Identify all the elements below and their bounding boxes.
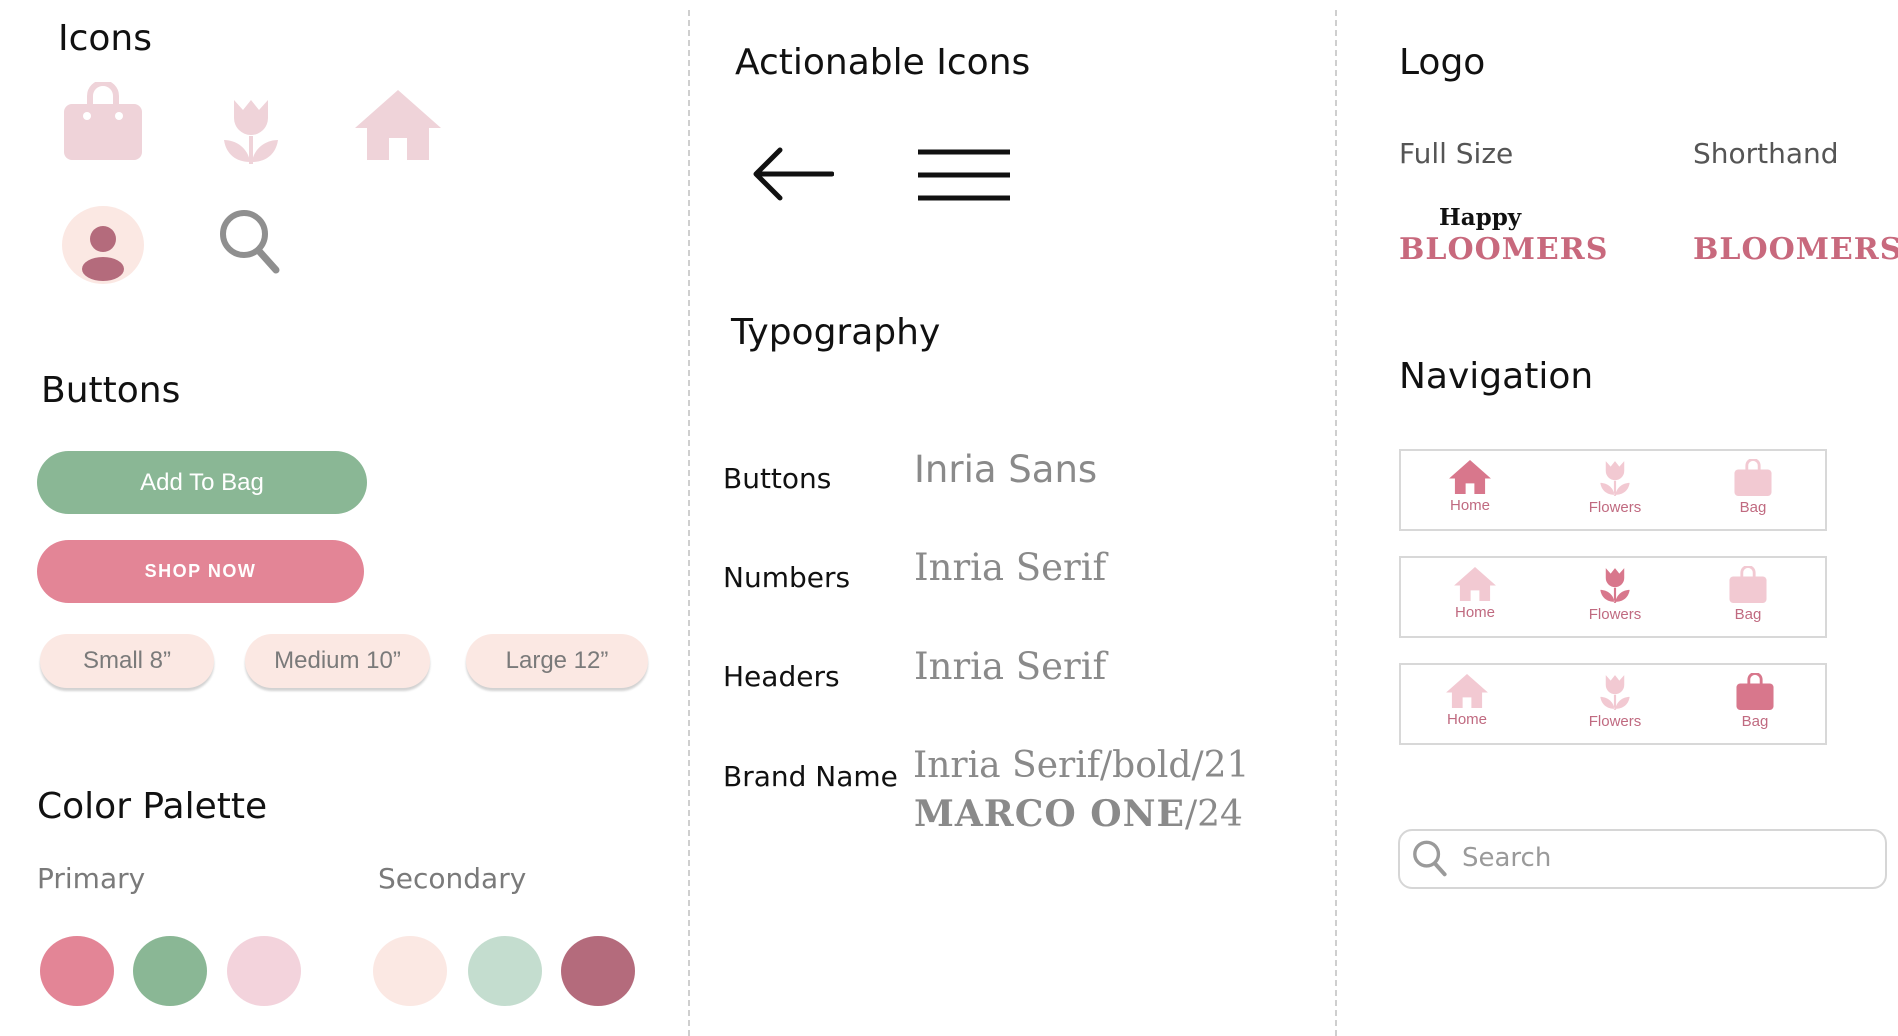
nav-item-label: Home [1446, 711, 1487, 728]
bag-icon [64, 82, 142, 160]
size-medium-button[interactable]: Medium 10” [245, 634, 430, 688]
nav-item-label: Bag [1741, 713, 1769, 730]
nav-item-label: Home [1454, 604, 1495, 621]
actionable-icons-heading: Actionable Icons [735, 42, 1031, 83]
nav-item-label: Flowers [1588, 499, 1642, 516]
home-icon [1454, 566, 1496, 602]
secondary-label: Secondary [378, 862, 527, 895]
search-field[interactable]: Search [1398, 829, 1887, 889]
type-value-buttons: Inria Sans [914, 448, 1098, 491]
navigation-heading: Navigation [1399, 356, 1594, 397]
marco-one-size: /24 [1184, 794, 1243, 835]
home-icon [1449, 459, 1491, 495]
nav-item-bag[interactable]: Bag [1710, 673, 1800, 730]
logo-shorthand: BLOOMERS [1693, 232, 1898, 267]
bag-icon [1736, 673, 1774, 711]
logo-full-size: Happy BLOOMERS [1399, 204, 1608, 268]
type-label-buttons: Buttons [723, 462, 832, 495]
search-icon [1413, 840, 1447, 877]
bag-icon [1729, 566, 1767, 604]
icons-heading: Icons [58, 18, 153, 59]
buttons-heading: Buttons [41, 370, 181, 411]
nav-bar-flowers-active: Home Flowers Bag [1399, 556, 1827, 638]
primary-swatch-pink [40, 936, 114, 1006]
full-size-label: Full Size [1399, 137, 1514, 170]
tulip-icon [1600, 675, 1630, 710]
add-to-bag-button[interactable]: Add To Bag [37, 451, 367, 514]
primary-label: Primary [37, 862, 146, 895]
typography-heading: Typography [731, 312, 941, 353]
type-value-headers: Inria Serif [914, 645, 1107, 688]
type-value-brand-name-secondary: MARCO ONE/24 [914, 793, 1243, 835]
size-large-button[interactable]: Large 12” [466, 634, 648, 688]
nav-item-home[interactable]: Home [1425, 459, 1515, 514]
search-placeholder: Search [1462, 843, 1552, 873]
type-value-numbers: Inria Serif [914, 546, 1107, 589]
nav-item-home[interactable]: Home [1430, 566, 1520, 621]
nav-item-label: Bag [1739, 499, 1767, 516]
nav-bar-home-active: Home Flowers Bag [1399, 449, 1827, 531]
tulip-icon [224, 100, 278, 164]
search-icon [220, 210, 280, 274]
nav-item-label: Flowers [1588, 606, 1642, 623]
type-label-brand-name: Brand Name [723, 760, 898, 793]
primary-swatch-green [133, 936, 207, 1006]
nav-item-bag[interactable]: Bag [1703, 566, 1793, 623]
nav-item-bag[interactable]: Bag [1708, 459, 1798, 516]
color-palette-heading: Color Palette [37, 786, 268, 827]
bag-icon [1734, 459, 1772, 497]
type-label-headers: Headers [723, 660, 840, 693]
secondary-swatch-cream [373, 936, 447, 1006]
logo-happy-text: Happy [1439, 204, 1522, 231]
user-icon [62, 206, 144, 284]
marco-one-label: MARCO ONE [914, 793, 1185, 835]
nav-item-label: Flowers [1588, 713, 1642, 730]
home-icon [355, 90, 441, 160]
nav-item-flowers[interactable]: Flowers [1570, 459, 1660, 516]
nav-item-flowers[interactable]: Flowers [1570, 673, 1660, 730]
tulip-icon [1600, 461, 1630, 496]
secondary-swatch-mauve [561, 936, 635, 1006]
primary-swatch-light-pink [227, 936, 301, 1006]
type-label-numbers: Numbers [723, 561, 851, 594]
home-icon [1446, 673, 1488, 709]
back-arrow-icon[interactable] [750, 146, 834, 202]
secondary-swatch-sage [468, 936, 542, 1006]
column-divider-left [688, 10, 690, 1036]
nav-item-label: Bag [1734, 606, 1762, 623]
hamburger-menu-icon[interactable] [916, 148, 1012, 202]
nav-item-home[interactable]: Home [1422, 673, 1512, 728]
size-small-button[interactable]: Small 8” [40, 634, 214, 688]
nav-item-label: Home [1449, 497, 1490, 514]
nav-bar-bag-active: Home Flowers Bag [1399, 663, 1827, 745]
column-divider-right [1335, 10, 1337, 1036]
shop-now-button[interactable]: SHOP NOW [37, 540, 364, 603]
logo-heading: Logo [1399, 42, 1486, 83]
logo-bloomers-text: BLOOMERS [1399, 232, 1609, 267]
type-value-brand-name: Inria Serif/bold/21 [913, 745, 1250, 786]
shorthand-label: Shorthand [1693, 137, 1839, 170]
tulip-icon [1600, 568, 1630, 603]
nav-item-flowers[interactable]: Flowers [1570, 566, 1660, 623]
